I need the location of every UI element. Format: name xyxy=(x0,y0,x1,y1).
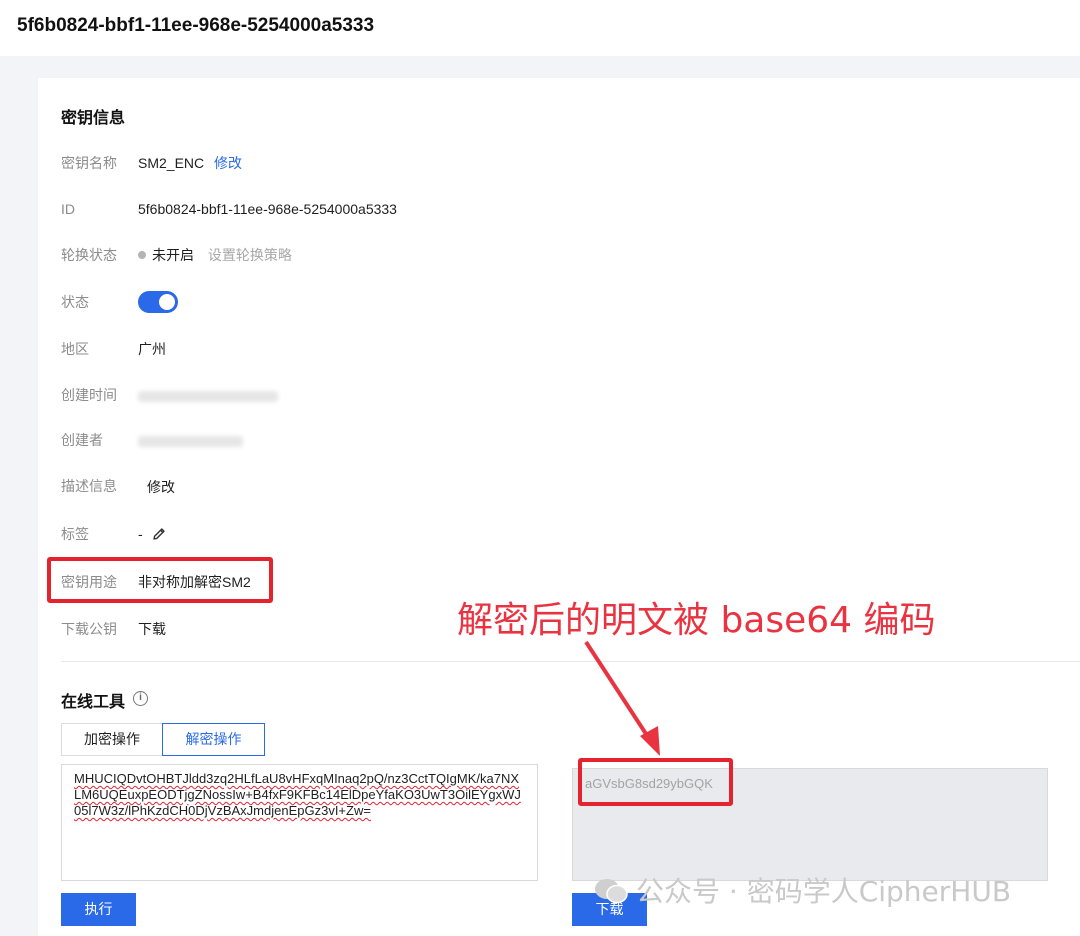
top-bar: 5f6b0824-bbf1-11ee-968e-5254000a5333 xyxy=(0,0,1080,56)
tab-decrypt[interactable]: 解密操作 xyxy=(162,723,265,756)
highlight-box-usage xyxy=(47,557,273,603)
watermark: 公众号 · 密码学人CipherHUB xyxy=(594,870,1011,910)
row-tags: 标签 - xyxy=(61,522,361,546)
tab-encrypt[interactable]: 加密操作 xyxy=(61,723,163,756)
ciphertext-input[interactable]: MHUCIQDvtOHBTJldd3zq2HLfLaU8vHFxqMInaq2p… xyxy=(61,764,538,881)
status-toggle[interactable] xyxy=(138,291,178,313)
pencil-icon[interactable] xyxy=(151,526,167,542)
description-label: 描述信息 xyxy=(61,478,117,494)
key-name-label: 密钥名称 xyxy=(61,155,117,171)
creator-label: 创建者 xyxy=(61,432,103,448)
page-title: 5f6b0824-bbf1-11ee-968e-5254000a5333 xyxy=(17,15,375,36)
annotation-text: 解密后的明文被 base64 编码 xyxy=(457,600,936,641)
region-label: 地区 xyxy=(61,341,89,357)
row-description: 描述信息 修改 xyxy=(61,474,361,498)
row-download-pubkey: 下载公钥 下载 xyxy=(61,617,361,641)
row-status: 状态 xyxy=(61,290,361,314)
ciphertext-text: MHUCIQDvtOHBTJldd3zq2HLfLaU8vHFxqMInaq2p… xyxy=(74,771,521,818)
rotation-label: 轮换状态 xyxy=(61,247,117,263)
created-time-blurred xyxy=(138,383,278,407)
watermark-text: 公众号 · 密码学人CipherHUB xyxy=(636,875,1012,908)
info-icon[interactable]: i xyxy=(133,691,148,706)
key-detail-card: 密钥信息 密钥名称 SM2_ENC 修改 ID 5f6b0824-bbf1-11… xyxy=(38,78,1080,936)
rotation-value: 未开启 设置轮换策略 xyxy=(138,243,292,267)
edit-key-name-link[interactable]: 修改 xyxy=(214,155,242,171)
id-value: 5f6b0824-bbf1-11ee-968e-5254000a5333 xyxy=(138,201,397,217)
download-pubkey-label: 下载公钥 xyxy=(61,621,117,637)
online-tools-title: 在线工具 xyxy=(61,694,126,711)
set-rotation-policy-link[interactable]: 设置轮换策略 xyxy=(208,247,292,263)
wechat-icon xyxy=(595,879,628,904)
tags-label: 标签 xyxy=(61,526,89,542)
tags-value: - xyxy=(138,522,167,546)
highlight-box-plaintext xyxy=(578,758,733,806)
divider xyxy=(61,661,1080,662)
key-name-text: SM2_ENC xyxy=(138,155,205,171)
region-value: 广州 xyxy=(138,341,166,357)
rotation-status-text: 未开启 xyxy=(152,247,194,263)
edit-description-link[interactable]: 修改 xyxy=(147,475,175,499)
download-pubkey-link[interactable]: 下载 xyxy=(138,617,166,641)
section-title: 密钥信息 xyxy=(61,110,126,127)
row-region: 地区 广州 xyxy=(61,337,361,361)
execute-button[interactable]: 执行 xyxy=(61,893,136,926)
status-label: 状态 xyxy=(61,294,89,310)
id-label: ID xyxy=(61,201,75,217)
row-id: ID 5f6b0824-bbf1-11ee-968e-5254000a5333 xyxy=(61,197,561,221)
status-dot-icon xyxy=(138,251,146,259)
row-rotation: 轮换状态 未开启 设置轮换策略 xyxy=(61,243,461,267)
creator-blurred xyxy=(138,428,243,452)
row-creator: 创建者 xyxy=(61,428,361,452)
key-name-value: SM2_ENC 修改 xyxy=(138,151,242,175)
row-key-name: 密钥名称 SM2_ENC 修改 xyxy=(61,151,361,175)
tags-text: - xyxy=(138,526,143,542)
created-time-label: 创建时间 xyxy=(61,387,117,403)
toggle-knob xyxy=(159,294,175,310)
row-created-time: 创建时间 xyxy=(61,383,361,407)
